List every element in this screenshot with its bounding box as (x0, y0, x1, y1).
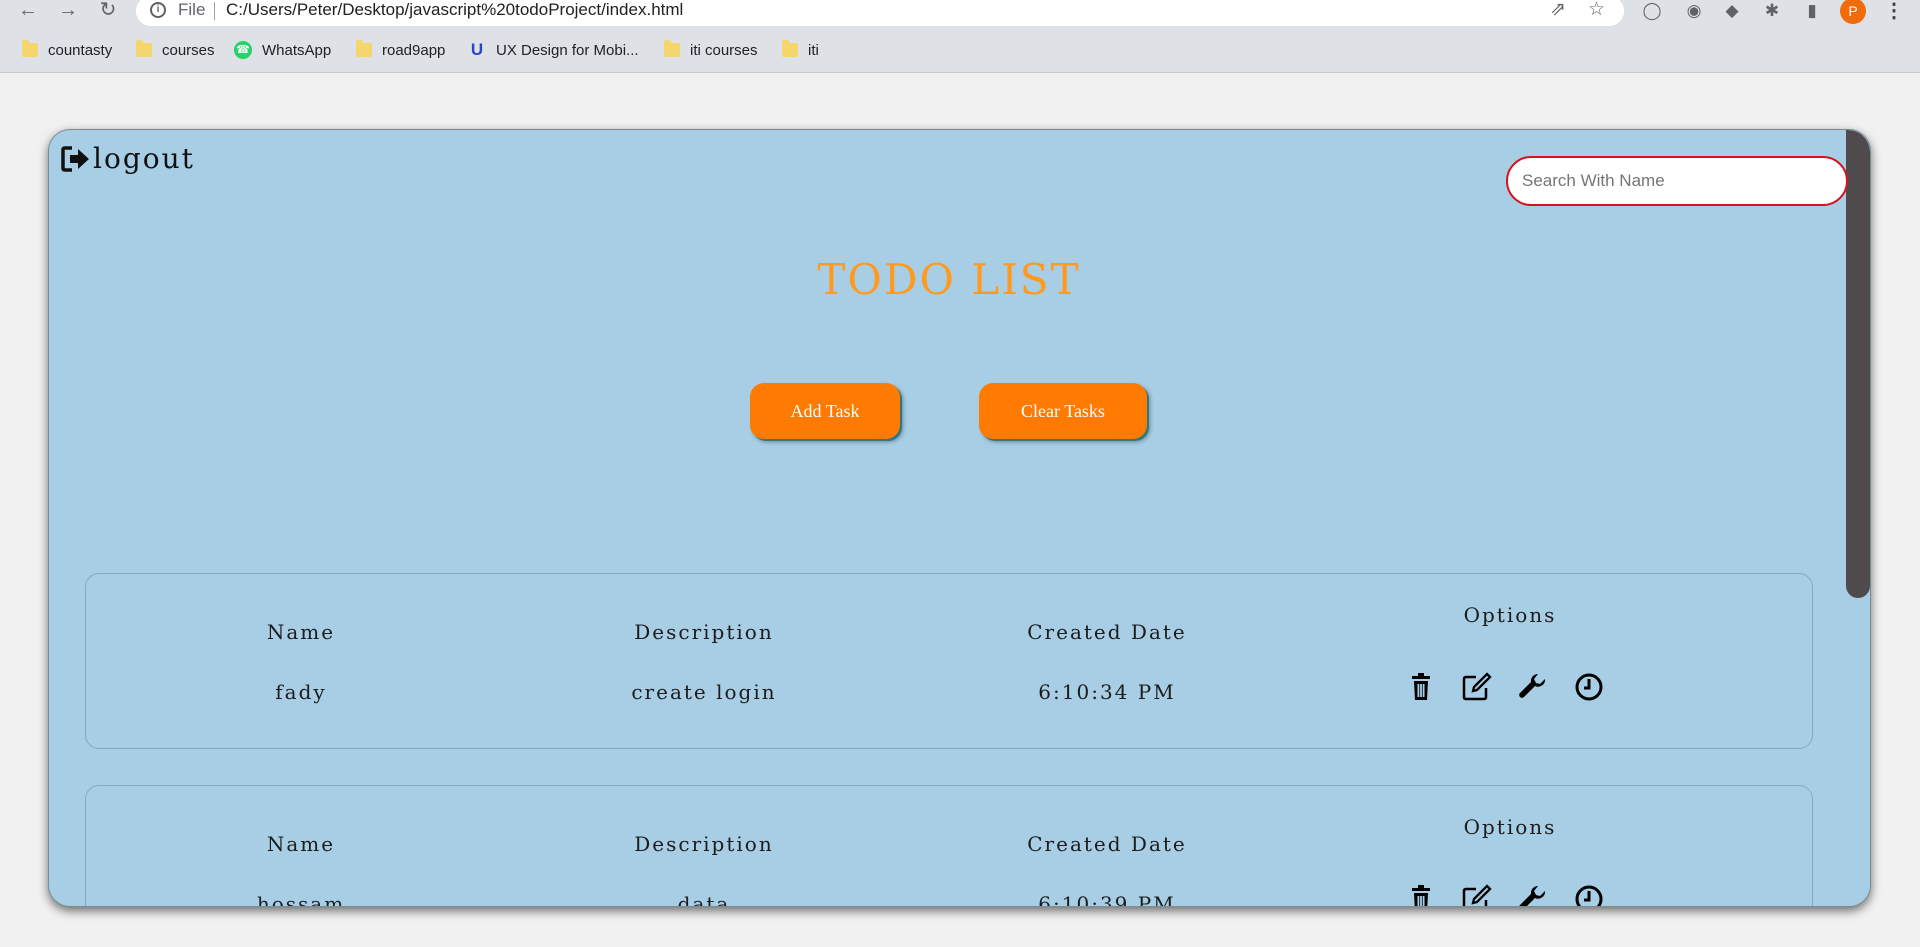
whatsapp-icon: ☎ (234, 41, 252, 59)
bookmark-whatsapp[interactable]: ☎ WhatsApp (234, 39, 331, 61)
clock-icon[interactable] (1574, 672, 1604, 702)
scrollbar-thumb[interactable] (1846, 130, 1870, 598)
task-description: create login (631, 680, 777, 704)
side-panel-icon[interactable]: ▮ (1800, 0, 1824, 22)
folder-icon (664, 40, 680, 57)
logout-label: logout (93, 142, 195, 175)
bookmark-star-icon[interactable]: ☆ (1588, 0, 1605, 21)
bookmarks-bar: countasty courses ☎ WhatsApp road9app U … (0, 27, 1920, 73)
bookmark-label: WhatsApp (262, 41, 332, 59)
reload-icon[interactable]: ↻ (96, 0, 120, 22)
back-icon[interactable]: ← (16, 0, 40, 22)
column-header-description: Description (634, 832, 774, 856)
column-header-description: Description (634, 620, 774, 644)
edit-icon[interactable] (1462, 884, 1492, 907)
address-url[interactable]: C:/Users/Peter/Desktop/javascript%20todo… (226, 0, 683, 20)
task-description: data (677, 892, 731, 907)
share-icon[interactable]: ⇗ (1550, 0, 1566, 21)
bookmark-countasty[interactable]: countasty (22, 39, 112, 61)
edit-icon[interactable] (1462, 672, 1492, 702)
column-header-name: Name (266, 832, 336, 856)
add-task-button[interactable]: Add Task (750, 383, 900, 439)
column-header-name: Name (266, 620, 336, 644)
bookmark-road9app[interactable]: road9app (356, 39, 445, 61)
browser-toolbar: ← → ↻ i File C:/Users/Peter/Desktop/java… (0, 0, 1920, 27)
task-options (1406, 884, 1626, 907)
bookmark-iti[interactable]: iti (782, 39, 819, 61)
todo-app-container: logout TODO LIST Add Task Clear Tasks Na… (48, 129, 1871, 907)
folder-icon (22, 40, 38, 57)
address-separator (214, 2, 215, 20)
colorful-extension-icon[interactable]: ◆ (1720, 0, 1744, 22)
trash-icon[interactable] (1406, 884, 1436, 907)
folder-icon (136, 40, 152, 57)
task-created-date: 6:10:34 PM (1038, 680, 1176, 704)
clock-icon[interactable] (1574, 884, 1604, 907)
bookmark-iti-courses[interactable]: iti courses (664, 39, 758, 61)
bookmark-label: countasty (48, 41, 113, 59)
search-input[interactable] (1506, 156, 1848, 206)
page-title: TODO LIST (817, 255, 1081, 304)
clear-tasks-button[interactable]: Clear Tasks (979, 383, 1147, 439)
task-name: hossam (256, 892, 346, 907)
puzzle-extensions-icon[interactable]: ✱ (1760, 0, 1784, 22)
forward-icon[interactable]: → (56, 0, 80, 22)
trash-icon[interactable] (1406, 672, 1436, 702)
extension-badge-icon[interactable]: ◉ (1682, 0, 1706, 22)
task-name: fady (275, 680, 327, 704)
column-header-options: Options (1463, 603, 1557, 627)
bookmark-ux-design[interactable]: U UX Design for Mobi... (468, 39, 639, 61)
logout-button[interactable]: logout (61, 142, 195, 175)
profile-avatar[interactable]: P (1840, 0, 1866, 24)
address-bar[interactable]: i File C:/Users/Peter/Desktop/javascript… (136, 0, 1624, 26)
logout-icon (61, 145, 89, 172)
site-info-icon[interactable]: i (150, 2, 166, 18)
task-card: Name Description Created Date Options ho… (85, 785, 1813, 907)
udacity-icon: U (470, 40, 484, 59)
bookmark-label: iti (808, 41, 819, 59)
task-created-date: 6:10:39 PM (1038, 892, 1176, 907)
shield-extension-icon[interactable]: ◯ (1640, 0, 1664, 22)
column-header-created-date: Created Date (1027, 832, 1187, 856)
task-card: Name Description Created Date Options fa… (85, 573, 1813, 749)
address-file-label: File (178, 0, 206, 19)
column-header-options: Options (1463, 815, 1557, 839)
column-header-created-date: Created Date (1027, 620, 1187, 644)
bookmark-courses[interactable]: courses (136, 39, 215, 61)
wrench-icon[interactable] (1518, 672, 1548, 702)
bookmark-label: courses (162, 41, 215, 59)
folder-icon (782, 40, 798, 57)
bookmark-label: iti courses (690, 41, 758, 59)
browser-menu-icon[interactable]: ⋮ (1884, 0, 1904, 23)
bookmark-label: UX Design for Mobi... (496, 41, 639, 59)
folder-icon (356, 40, 372, 57)
task-options (1406, 672, 1626, 702)
scrollbar-track[interactable] (1846, 130, 1870, 906)
bookmark-label: road9app (382, 41, 446, 59)
wrench-icon[interactable] (1518, 884, 1548, 907)
